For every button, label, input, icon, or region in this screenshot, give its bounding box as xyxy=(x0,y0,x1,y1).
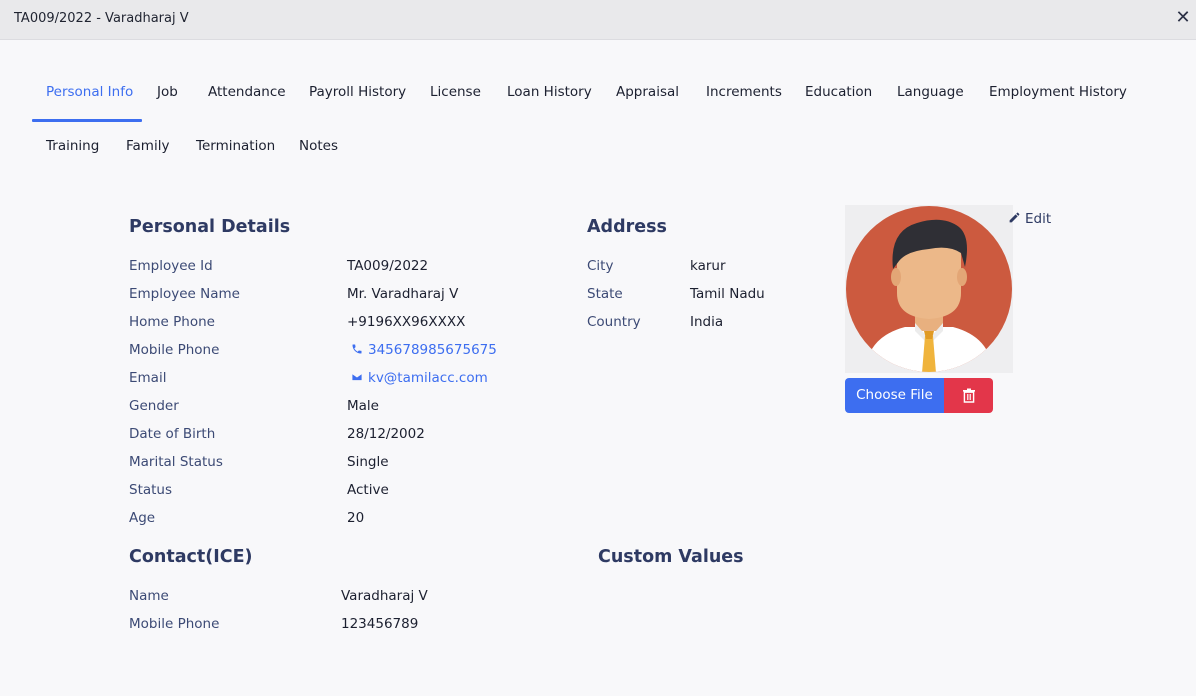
avatar xyxy=(845,205,1013,373)
edit-label: Edit xyxy=(1025,211,1052,227)
contact-mobile-value: 123456789 xyxy=(341,616,419,632)
tab-notes[interactable]: Notes xyxy=(299,138,338,154)
state-label: State xyxy=(587,286,623,302)
tab-payroll-history[interactable]: Payroll History xyxy=(309,84,406,100)
tab-employment-history[interactable]: Employment History xyxy=(989,84,1127,100)
gender-value: Male xyxy=(347,398,379,414)
choose-file-button[interactable]: Choose File xyxy=(845,378,944,413)
tab-attendance[interactable]: Attendance xyxy=(208,84,286,100)
contact-name-value: Varadharaj V xyxy=(341,588,428,604)
employee-name-value: Mr. Varadharaj V xyxy=(347,286,459,302)
email-label: Email xyxy=(129,370,167,386)
close-icon[interactable]: ✕ xyxy=(1174,9,1192,27)
city-value: karur xyxy=(690,258,726,274)
person-avatar-icon xyxy=(846,206,1012,372)
pencil-icon xyxy=(1009,212,1020,223)
status-label: Status xyxy=(129,482,173,498)
tab-appraisal[interactable]: Appraisal xyxy=(616,84,679,100)
tab-license[interactable]: License xyxy=(430,84,481,100)
tab-family[interactable]: Family xyxy=(126,138,169,154)
tab-education[interactable]: Education xyxy=(805,84,872,100)
status-value: Active xyxy=(347,482,389,498)
country-label: Country xyxy=(587,314,641,330)
contact-name-label: Name xyxy=(129,588,169,604)
email-link[interactable]: kv@tamilacc.com xyxy=(350,370,488,386)
personal-details-heading: Personal Details xyxy=(129,217,291,237)
tab-personal-info[interactable]: Personal Info xyxy=(46,84,133,100)
home-phone-label: Home Phone xyxy=(129,314,215,330)
email-value: kv@tamilacc.com xyxy=(368,370,488,386)
gender-label: Gender xyxy=(129,398,179,414)
custom-values-heading: Custom Values xyxy=(598,547,744,567)
title-bar: TA009/2022 - Varadharaj V ✕ xyxy=(0,0,1196,40)
age-value: 20 xyxy=(347,510,365,526)
tab-language[interactable]: Language xyxy=(897,84,964,100)
country-value: India xyxy=(690,314,724,330)
age-label: Age xyxy=(129,510,156,526)
window-title: TA009/2022 - Varadharaj V xyxy=(14,11,189,26)
employee-name-label: Employee Name xyxy=(129,286,240,302)
address-heading: Address xyxy=(587,217,667,237)
dob-value: 28/12/2002 xyxy=(347,426,425,442)
trash-icon xyxy=(963,388,975,403)
phone-icon xyxy=(352,344,362,354)
marital-status-value: Single xyxy=(347,454,389,470)
employee-id-value: TA009/2022 xyxy=(347,258,429,274)
mobile-phone-link[interactable]: 345678985675675 xyxy=(350,342,497,358)
contact-mobile-label: Mobile Phone xyxy=(129,616,220,632)
mobile-phone-value: 345678985675675 xyxy=(368,342,497,358)
city-label: City xyxy=(587,258,614,274)
tab-termination[interactable]: Termination xyxy=(196,138,275,154)
state-value: Tamil Nadu xyxy=(690,286,765,302)
contact-ice-heading: Contact(ICE) xyxy=(129,547,253,567)
marital-status-label: Marital Status xyxy=(129,454,223,470)
employee-id-label: Employee Id xyxy=(129,258,213,274)
tab-loan-history[interactable]: Loan History xyxy=(507,84,592,100)
dob-label: Date of Birth xyxy=(129,426,216,442)
home-phone-value: +9196XX96XXXX xyxy=(347,314,466,330)
edit-photo-button[interactable]: Edit xyxy=(1008,211,1051,227)
envelope-icon xyxy=(351,373,363,381)
mobile-phone-label: Mobile Phone xyxy=(129,342,220,358)
delete-photo-button[interactable] xyxy=(944,378,993,413)
tab-job[interactable]: Job xyxy=(157,84,178,100)
tab-increments[interactable]: Increments xyxy=(706,84,782,100)
tab-training[interactable]: Training xyxy=(46,138,99,154)
active-tab-indicator xyxy=(32,119,142,122)
